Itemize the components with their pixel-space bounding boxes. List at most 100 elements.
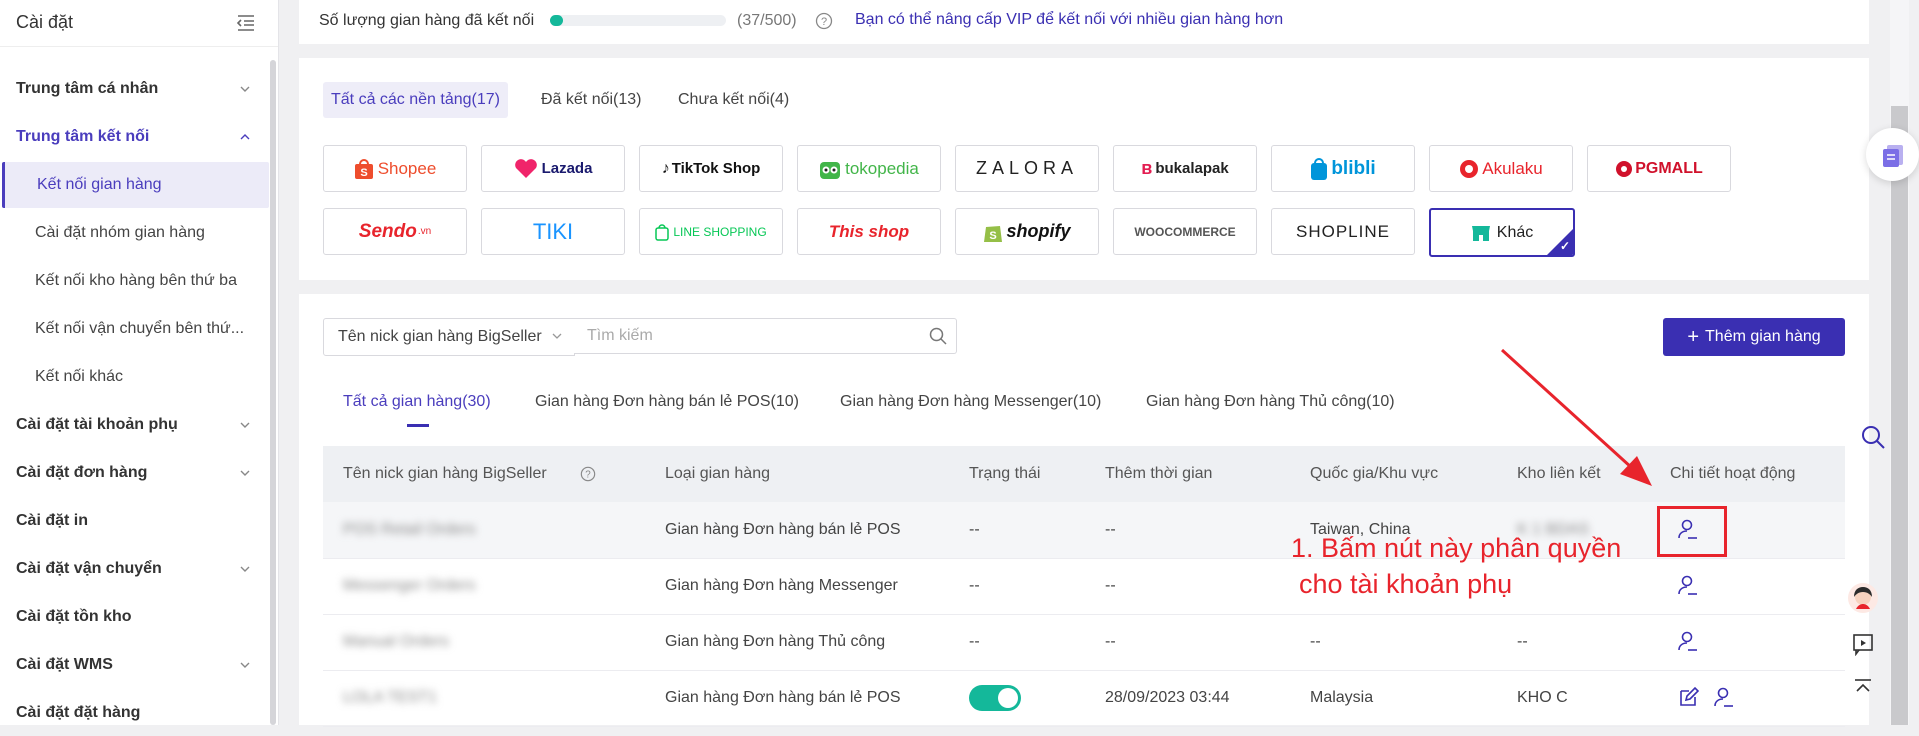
sidebar-item-third-party-warehouse[interactable]: Kết nối kho hàng bên thứ ba	[0, 258, 266, 304]
store-icon	[1471, 225, 1490, 241]
table-row: LOLA TEST1 Gian hàng Đơn hàng bán lẻ POS…	[323, 670, 1845, 727]
sidebar-item-inventory-settings[interactable]: Cài đặt tồn kho	[0, 594, 266, 640]
connection-label: Số lượng gian hàng đã kết nối	[319, 12, 535, 29]
table-header: Tên nick gian hàng BigSeller ? Loại gian…	[323, 446, 1845, 502]
line-bag-icon	[655, 223, 670, 241]
vip-upgrade-link[interactable]: Bạn có thể nâng cấp VIP để kết nối với n…	[855, 11, 1283, 29]
svg-text:S: S	[990, 230, 997, 242]
platform-shopee[interactable]: S Shopee	[323, 145, 467, 192]
chevron-down-icon	[240, 422, 250, 428]
chevron-down-icon	[240, 566, 250, 572]
tab-all-stores[interactable]: Tất cả gian hàng(30)	[343, 393, 491, 411]
col-status: Trạng thái	[969, 465, 1041, 482]
table-row: Manual Orders Gian hàng Đơn hàng Thủ côn…	[323, 614, 1845, 671]
active-tab-indicator	[407, 424, 429, 427]
sidebar-item-personal-center[interactable]: Trung tâm cá nhân	[0, 66, 266, 112]
edit-icon[interactable]	[1677, 686, 1699, 708]
permission-user-icon[interactable]	[1677, 574, 1699, 596]
platform-tokopedia[interactable]: tokopedia	[797, 145, 941, 192]
bukalapak-b-icon: ʙ	[1141, 158, 1153, 178]
status-toggle[interactable]	[969, 685, 1021, 711]
sidebar-item-store-connect[interactable]: Kết nối gian hàng	[2, 162, 269, 208]
svg-text:?: ?	[821, 16, 827, 28]
platform-this-shop[interactable]: This shop	[797, 208, 941, 255]
tab-messenger-stores[interactable]: Gian hàng Đơn hàng Messenger(10)	[840, 393, 1101, 411]
platform-shopify[interactable]: S shopify	[955, 208, 1099, 255]
connection-progress-fill	[550, 15, 564, 26]
tab-all-platforms[interactable]: Tất cả các nền tảng(17)	[323, 82, 508, 118]
col-store-nick: Tên nick gian hàng BigSeller	[343, 465, 547, 482]
col-store-type: Loại gian hàng	[665, 465, 770, 482]
help-icon[interactable]: ?	[580, 466, 596, 482]
shopify-bag-icon: S	[984, 225, 1003, 242]
platform-line-shopping[interactable]: LINE SHOPPING	[639, 208, 783, 255]
platform-akulaku[interactable]: Akulaku	[1429, 145, 1573, 192]
platform-other[interactable]: Khác ✓	[1429, 208, 1575, 257]
platform-blibli[interactable]: blibli	[1271, 145, 1415, 192]
floating-panel-button[interactable]	[1866, 128, 1919, 181]
connection-summary: Số lượng gian hàng đã kết nối (37/500) ?…	[299, 0, 1869, 44]
svg-text:S: S	[360, 167, 367, 179]
search-input[interactable]	[574, 318, 957, 354]
sidebar-item-purchase-settings[interactable]: Cài đặt đặt hàng	[0, 690, 266, 736]
sidebar-item-store-group[interactable]: Cài đặt nhóm gian hàng	[0, 210, 266, 256]
plus-icon: +	[1687, 326, 1700, 348]
sidebar-item-shipping-settings[interactable]: Cài đặt vận chuyển	[0, 546, 266, 592]
store-list-panel: Tên nick gian hàng BigSeller + Thêm gian…	[299, 294, 1869, 727]
sidebar-scrollbar[interactable]	[270, 60, 276, 725]
platform-pgmall[interactable]: PGMALL	[1587, 145, 1731, 192]
chevron-up-icon	[240, 134, 250, 140]
platform-tiki[interactable]: TIKI	[481, 208, 625, 255]
col-actions: Chi tiết hoạt động	[1670, 465, 1796, 482]
search-icon[interactable]	[1860, 424, 1886, 450]
shopee-bag-icon: S	[354, 158, 373, 179]
col-warehouse: Kho liên kết	[1517, 465, 1601, 482]
platform-lazada[interactable]: Lazada	[481, 145, 625, 192]
tab-not-connected[interactable]: Chưa kết nối(4)	[670, 82, 797, 118]
search-icon[interactable]	[929, 327, 947, 345]
platform-tiktok-shop[interactable]: ♪ TikTok Shop	[639, 145, 783, 192]
sidebar-item-other-connect[interactable]: Kết nối khác	[0, 354, 266, 400]
platform-woocommerce[interactable]: WOOCOMMERCE	[1113, 208, 1257, 255]
collapse-menu-icon[interactable]	[236, 14, 256, 32]
sendo-vn-mark: .vn	[417, 226, 432, 237]
connection-progress-bar	[550, 15, 726, 26]
platform-zalora[interactable]: ZALORA	[955, 145, 1099, 192]
chevron-down-icon	[240, 662, 250, 668]
sidebar-item-order-settings[interactable]: Cài đặt đơn hàng	[0, 450, 266, 496]
back-to-top-icon[interactable]	[1851, 676, 1875, 700]
page-scrollbar-thumb[interactable]	[1891, 106, 1908, 725]
platform-bukalapak[interactable]: ʙ bukalapak	[1113, 145, 1257, 192]
add-store-button[interactable]: + Thêm gian hàng	[1663, 318, 1845, 356]
svg-text:?: ?	[585, 470, 591, 481]
support-avatar-icon[interactable]	[1847, 582, 1879, 614]
tab-connected[interactable]: Đã kết nối(13)	[533, 82, 650, 118]
col-country: Quốc gia/Khu vực	[1310, 465, 1439, 482]
sidebar-item-print-settings[interactable]: Cài đặt in	[0, 498, 266, 544]
search-field-select[interactable]: Tên nick gian hàng BigSeller	[323, 318, 575, 356]
sidebar-item-sub-account[interactable]: Cài đặt tài khoản phụ	[0, 402, 266, 448]
platform-shopline[interactable]: SHOPLINE	[1271, 208, 1415, 255]
toggle-knob	[998, 688, 1018, 708]
sidebar-title: Cài đặt	[16, 12, 74, 32]
connection-count: (37/500)	[737, 12, 797, 29]
akulaku-circle-icon	[1460, 159, 1479, 178]
documents-icon	[1883, 145, 1903, 167]
sidebar-header: Cài đặt	[0, 0, 278, 47]
chat-icon[interactable]	[1851, 632, 1875, 656]
sidebar-item-third-party-shipping[interactable]: Kết nối vận chuyển bên thứ...	[0, 306, 266, 352]
tiktok-note-icon: ♪	[661, 159, 670, 177]
sidebar-item-connection-center[interactable]: Trung tâm kết nối	[0, 114, 266, 160]
help-icon[interactable]: ?	[815, 12, 833, 30]
tab-pos-stores[interactable]: Gian hàng Đơn hàng bán lẻ POS(10)	[535, 393, 799, 411]
tab-manual-stores[interactable]: Gian hàng Đơn hàng Thủ công(10)	[1146, 393, 1395, 411]
permission-user-icon[interactable]	[1677, 630, 1699, 652]
permission-user-icon[interactable]	[1713, 686, 1735, 708]
lazada-heart-icon	[514, 158, 537, 178]
platform-panel: Tất cả các nền tảng(17) Đã kết nối(13) C…	[299, 58, 1869, 280]
sidebar: Cài đặt Trung tâm cá nhân Trung tâm kết …	[0, 0, 279, 725]
sidebar-item-wms-settings[interactable]: Cài đặt WMS	[0, 642, 266, 688]
annotation-text: 1. Bấm nút này phân quyền cho tài khoản …	[1291, 533, 1622, 599]
col-added-time: Thêm thời gian	[1105, 465, 1213, 482]
platform-sendo[interactable]: Sendo .vn	[323, 208, 467, 255]
